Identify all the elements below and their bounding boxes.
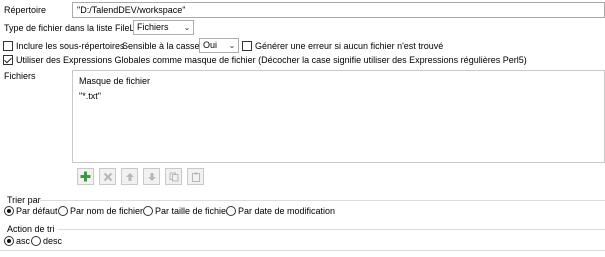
- sort-by-size-label: Par taille de fichier: [155, 206, 230, 216]
- paste-button[interactable]: [187, 168, 204, 185]
- case-sensitive-select[interactable]: Oui ⌄: [199, 38, 239, 53]
- files-label: Fichiers: [4, 71, 36, 81]
- add-button[interactable]: [77, 168, 94, 185]
- move-up-icon: [125, 172, 134, 181]
- include-subdirs-checkbox[interactable]: [3, 41, 13, 51]
- sort-action-divider: [58, 229, 605, 230]
- add-icon: [80, 171, 91, 182]
- sort-by-name-label: Par nom de fichier: [70, 206, 144, 216]
- file-type-label: Type de fichier dans la liste FileList: [4, 23, 144, 33]
- sort-asc-radio[interactable]: [4, 236, 14, 246]
- sort-by-size-radio[interactable]: [143, 206, 153, 216]
- move-down-button[interactable]: [143, 168, 160, 185]
- move-down-icon: [147, 172, 156, 181]
- files-table: Masque de fichier "*.txt": [72, 70, 605, 163]
- delete-button[interactable]: [99, 168, 116, 185]
- chevron-down-icon: ⌄: [228, 41, 236, 50]
- directory-value: "D:/TalendDEV/workspace": [77, 5, 186, 15]
- chevron-down-icon: ⌄: [183, 23, 191, 32]
- error-if-none-checkbox[interactable]: [242, 41, 252, 51]
- sort-desc-label: desc: [43, 236, 63, 246]
- sort-by-date-radio[interactable]: [226, 206, 236, 216]
- case-sensitive-value: Oui: [203, 40, 218, 50]
- paste-icon: [191, 172, 200, 182]
- sort-action-title: Action de tri: [7, 224, 55, 234]
- file-type-value: Fichiers: [137, 22, 169, 32]
- sort-by-name-radio[interactable]: [58, 206, 68, 216]
- sort-by-default-radio[interactable]: [4, 206, 14, 216]
- sort-asc-label: asc: [16, 236, 31, 246]
- directory-label: Répertoire: [4, 5, 47, 15]
- use-glob-label: Utiliser des Expressions Globales comme …: [16, 55, 527, 65]
- file-type-select[interactable]: Fichiers ⌄: [133, 20, 194, 35]
- sort-by-divider: [40, 200, 605, 201]
- bottom-divider: [0, 250, 605, 251]
- include-subdirs-label: Inclure les sous-répertoires: [16, 41, 125, 51]
- table-row[interactable]: "*.txt": [73, 88, 604, 102]
- move-up-button[interactable]: [121, 168, 138, 185]
- sort-by-default-label: Par défaut: [16, 206, 58, 216]
- files-column-header: Masque de fichier: [79, 76, 151, 86]
- directory-input[interactable]: "D:/TalendDEV/workspace": [72, 2, 605, 18]
- copy-button[interactable]: [165, 168, 182, 185]
- use-glob-checkbox[interactable]: [3, 55, 13, 65]
- table-cell: "*.txt": [79, 91, 101, 101]
- error-if-none-label: Générer une erreur si aucun fichier n'es…: [255, 41, 444, 51]
- case-sensitive-label: Sensible à la casse: [122, 41, 200, 51]
- copy-icon: [169, 172, 178, 181]
- delete-icon: [103, 172, 112, 181]
- sort-desc-radio[interactable]: [31, 236, 41, 246]
- sort-by-date-label: Par date de modification: [238, 206, 336, 216]
